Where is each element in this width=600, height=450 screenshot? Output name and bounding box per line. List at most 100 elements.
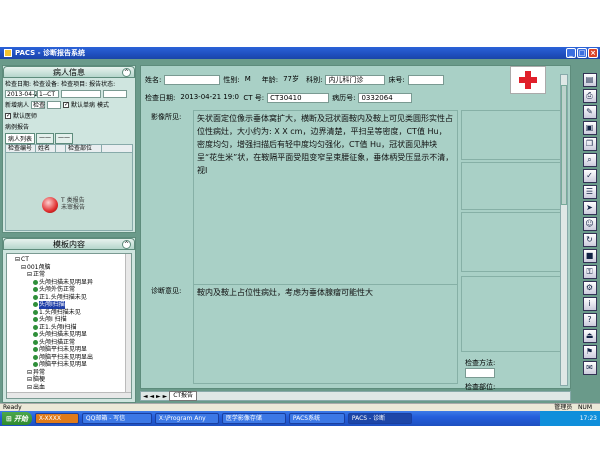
method-select[interactable] (465, 368, 495, 378)
tab-nav-arrows[interactable]: ◄ ◄ ► ► (143, 393, 167, 400)
maximize-button[interactable]: □ (577, 48, 587, 58)
expand-icon[interactable]: ⊟ (15, 256, 20, 264)
toolbar-save-icon[interactable]: ▤ (582, 73, 597, 87)
toolbar-stop-icon[interactable]: ■ (582, 249, 597, 263)
tree-item[interactable]: ⊟ 001颅脑 (9, 264, 129, 272)
side-box-3[interactable] (461, 212, 567, 272)
task-3[interactable]: X:\Program Any (154, 413, 219, 424)
findings-textarea[interactable]: 矢状面定位像示垂体窝扩大，横断及冠状面鞍内及鞍上可见类圆形实性占位性病灶，大小约… (193, 110, 458, 300)
tree-item[interactable]: 颅脑平扫未见明显 (9, 346, 129, 354)
tree-hscrollbar[interactable] (7, 392, 131, 398)
age-field[interactable]: 77岁 (281, 75, 303, 85)
expand-icon[interactable]: ⊟ (21, 264, 26, 272)
col-name[interactable]: 姓名 (36, 145, 56, 152)
case-field[interactable]: 0332064 (358, 93, 413, 103)
tree-item[interactable]: 头颅外伤正常 (9, 286, 129, 294)
toolbar-print-icon[interactable]: ⎙ (582, 89, 597, 103)
expand-icon[interactable]: ⊟ (27, 384, 32, 392)
col-checkpart[interactable]: 检查部位 (66, 145, 102, 152)
toolbar-send-icon[interactable]: ➤ (582, 201, 597, 215)
tree-item[interactable]: ⊟ 出血 (9, 384, 129, 392)
tab-ct-report[interactable]: CT报告 (169, 391, 198, 401)
type-select[interactable] (103, 90, 127, 98)
toolbar-settings-icon[interactable]: ⚙ (582, 281, 597, 295)
tree-item[interactable]: 头颅扫描正常 (9, 339, 129, 347)
tree-item[interactable]: 1.头颅扫描未见 (9, 309, 129, 317)
tree-item[interactable]: ⊟ 脑梗 (9, 376, 129, 384)
patient-grid[interactable]: T 类报告 未审报告 (5, 153, 133, 231)
device-select[interactable]: 1--CT (37, 90, 59, 98)
toolbar-image-icon[interactable]: ▣ (582, 121, 597, 135)
tree-item[interactable]: 头颅扫描未见明显异 (9, 279, 129, 287)
toolbar-copy-icon[interactable]: ❐ (582, 137, 597, 151)
name-field[interactable] (164, 75, 221, 85)
task-6[interactable]: PACS - 诊断 (347, 413, 412, 424)
tab-2[interactable]: —— (36, 133, 55, 144)
col-blank[interactable] (56, 145, 66, 152)
study-input[interactable]: 检查 (31, 100, 45, 109)
tree-vscrollbar[interactable] (125, 254, 131, 398)
tree-item[interactable]: 正1.头颅扫描未见 (9, 294, 129, 302)
default-doctor-label: 默认医师 (13, 113, 38, 120)
task-1[interactable]: X-XXXX (34, 413, 79, 424)
study-input-2[interactable] (47, 100, 62, 109)
toolbar-refresh-icon[interactable]: ↻ (582, 233, 597, 247)
side-box-2[interactable] (461, 162, 567, 210)
close-button[interactable]: × (588, 48, 598, 58)
clock[interactable]: 17:23 (580, 415, 597, 422)
study-date-field[interactable]: 2013-04-21 19:0 (178, 93, 240, 103)
default-doctor-checkbox[interactable] (5, 112, 11, 119)
toolbar-info-icon[interactable]: i (582, 297, 597, 311)
tree-item[interactable]: 头颅扫描未见明显 (9, 331, 129, 339)
toolbar-lock-icon[interactable]: ⚿ (582, 265, 597, 279)
tree-item[interactable]: 头颅I扫描 (9, 301, 129, 309)
scroll-thumb[interactable] (561, 85, 567, 205)
window-titlebar[interactable]: PACS - 诊断报告系统 _ □ × (0, 47, 600, 59)
tree-item[interactable]: ⊟ 正常 (9, 271, 129, 279)
date-input[interactable]: 2013-04-21 (5, 90, 42, 98)
toolbar-user-icon[interactable]: ☺ (582, 217, 597, 231)
report-vscrollbar[interactable] (560, 74, 568, 386)
task-4[interactable]: 医学影像存储 (221, 413, 286, 424)
patient-grid-header: 检查编号 姓名 检查部位 (5, 144, 133, 153)
sex-field[interactable]: M (243, 75, 259, 85)
start-button[interactable]: ⊞ 开始 (2, 412, 32, 425)
toolbar-search-icon[interactable]: ⌕ (582, 153, 597, 167)
tree-item[interactable]: 颅脑平扫未见明显出 (9, 354, 129, 362)
expand-icon[interactable]: ⊟ (27, 376, 32, 384)
bed-field[interactable] (407, 75, 444, 85)
toolbar-mail-icon[interactable]: ✉ (582, 361, 597, 375)
taskbar: ⊞ 开始 X-XXXX QQ邮箱 - 写信 X:\Program Any 医学影像… (0, 411, 600, 426)
tree-item[interactable]: 正1.头颅I扫描 (9, 324, 129, 332)
default-check-checkbox[interactable] (63, 101, 69, 108)
tab-3[interactable]: —— (55, 133, 74, 144)
collapse-icon[interactable]: ^ (122, 68, 131, 77)
col-checkno[interactable]: 检查编号 (6, 145, 36, 152)
task-2[interactable]: QQ邮箱 - 写信 (81, 413, 152, 424)
tree-item[interactable]: ⊟ CT (9, 256, 129, 264)
item-select[interactable] (61, 90, 101, 98)
dept-select[interactable]: 内儿科门诊 (325, 75, 386, 85)
toolbar-exit-icon[interactable]: ⏏ (582, 329, 597, 343)
tab-patient-list[interactable]: 病人列表 (5, 133, 36, 144)
tree-item[interactable]: 颅脑平扫未见明显 (9, 361, 129, 369)
side-box-1[interactable] (461, 110, 567, 160)
toolbar-check-icon[interactable]: ✓ (582, 169, 597, 183)
toolbar-flag-icon[interactable]: ⚑ (582, 345, 597, 359)
bed-label: 床号: (388, 76, 405, 84)
opinion-textarea[interactable]: 鞍内及鞍上占位性病灶，考虑为垂体腺瘤可能性大 (193, 284, 458, 384)
toolbar-edit-icon[interactable]: ✎ (582, 105, 597, 119)
task-5[interactable]: PACS系统 (288, 413, 345, 424)
minimize-button[interactable]: _ (566, 48, 576, 58)
side-box-4[interactable] (461, 276, 567, 352)
tree-item-label: 正常 (33, 271, 46, 278)
tree-item[interactable]: 头颅I 扫描 (9, 316, 129, 324)
expand-icon[interactable]: ⊟ (27, 271, 32, 279)
template-tree[interactable]: ⊟ CT ⊟ 001颅脑 ⊟ 正常 头颅扫描未见明显异 头颅外伤正常 正1.头颅扫描未见 头颅I扫… (6, 253, 132, 399)
ct-field[interactable]: CT30410 (267, 93, 330, 103)
toolbar-list-icon[interactable]: ☰ (582, 185, 597, 199)
collapse-icon[interactable]: ^ (122, 240, 131, 249)
tree-item[interactable]: ⊟ 异常 (9, 369, 129, 377)
expand-icon[interactable]: ⊟ (27, 369, 32, 377)
toolbar-help-icon[interactable]: ? (582, 313, 597, 327)
